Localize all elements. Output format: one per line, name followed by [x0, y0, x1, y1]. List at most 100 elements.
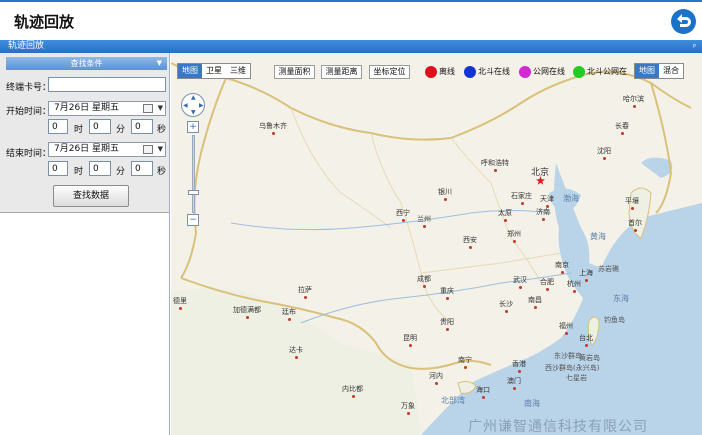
- map-label: 杭州: [567, 280, 581, 293]
- map-label: 西宁: [396, 209, 410, 222]
- pan-up-icon[interactable]: ▲: [191, 94, 196, 101]
- map-label: 福州: [559, 322, 573, 335]
- map-label: 达卡: [289, 346, 303, 359]
- map-label: 台北: [579, 334, 593, 347]
- map-label: 兰州: [417, 215, 431, 228]
- legend-beidou-public: 北斗公网在: [573, 64, 627, 79]
- map-right-tabs: 地图 混合: [634, 63, 684, 79]
- end-second-input[interactable]: [131, 161, 153, 176]
- second-unit: 秒: [157, 167, 167, 177]
- zoom-in-button[interactable]: +: [187, 121, 199, 133]
- map-label: 济南: [536, 208, 550, 221]
- map-label: 内比都: [342, 385, 363, 398]
- start-hour-input[interactable]: [48, 119, 68, 134]
- end-date-select[interactable]: 7月26日 星期五 ▼: [48, 142, 166, 157]
- collapse-icon[interactable]: ▼: [157, 57, 162, 70]
- end-date-value: 7月26日 星期五: [54, 144, 120, 154]
- water-label: 苏岩礁: [598, 265, 619, 273]
- legend-label: 离线: [439, 67, 455, 76]
- zoom-out-button[interactable]: −: [187, 214, 199, 226]
- calendar-icon[interactable]: [143, 104, 153, 113]
- map-label: 哈尔滨: [623, 95, 644, 108]
- search-data-button[interactable]: 查找数据: [53, 185, 129, 207]
- map-label: 银川: [438, 188, 452, 201]
- tab-satellite[interactable]: 卫星: [202, 64, 226, 78]
- legend-label: 北斗公网在: [587, 67, 627, 76]
- water-label: 东沙群岛: [554, 352, 582, 360]
- map-label: 廷布: [282, 308, 296, 321]
- terminal-card-input[interactable]: [48, 77, 166, 92]
- map-label: 贵阳: [440, 318, 454, 331]
- map-label: 拉萨: [298, 286, 312, 299]
- tab-map[interactable]: 地图: [178, 64, 202, 78]
- map-label: 西安: [463, 236, 477, 249]
- measure-area-button[interactable]: 测量面积: [274, 65, 315, 79]
- zoom-slider-track[interactable]: [192, 135, 195, 213]
- tab-hybrid[interactable]: 混合: [659, 64, 683, 78]
- panel-title-bar: 轨迹回放 ᵖ: [0, 40, 702, 53]
- page-header: 轨迹回放: [0, 2, 702, 40]
- map-label: 万象: [401, 402, 415, 415]
- map-label: 南宁: [458, 356, 472, 369]
- page-title: 轨迹回放: [14, 13, 75, 31]
- calendar-icon[interactable]: [143, 145, 153, 154]
- company-watermark: 广州谦智通信科技有限公司: [468, 419, 648, 435]
- map-label: 海口: [476, 386, 490, 399]
- start-minute-input[interactable]: [89, 119, 111, 134]
- pin-icon[interactable]: ᵖ: [693, 40, 696, 53]
- water-label: 黄岩岛: [579, 354, 600, 362]
- water-label: 东海: [613, 294, 629, 303]
- map-label: 太原: [498, 209, 512, 222]
- coordinate-locate-button[interactable]: 坐标定位: [369, 65, 410, 79]
- end-time-label: 结束时间：: [6, 149, 52, 159]
- tab-map-right[interactable]: 地图: [635, 64, 659, 78]
- start-second-input[interactable]: [131, 119, 153, 134]
- blue-dot-icon: [464, 65, 476, 78]
- map-label: 澳门: [507, 377, 521, 390]
- chevron-down-icon[interactable]: ▼: [158, 102, 163, 115]
- map-view[interactable]: 地图 卫星 三维 测量面积 测量距离 坐标定位 离线 北斗在线 公网在线 北斗公…: [171, 53, 702, 435]
- end-hour-input[interactable]: [48, 161, 68, 176]
- map-label: 天津: [540, 195, 554, 208]
- back-arrow-icon[interactable]: [670, 8, 697, 35]
- chevron-down-icon[interactable]: ▼: [158, 143, 163, 156]
- pan-right-icon[interactable]: ▶: [199, 102, 204, 109]
- hour-unit: 时: [74, 125, 84, 135]
- pan-left-icon[interactable]: ◀: [183, 102, 188, 109]
- start-date-select[interactable]: 7月26日 星期五 ▼: [48, 101, 166, 116]
- pan-down-icon[interactable]: ▼: [191, 109, 196, 116]
- query-panel: 查找条件 ▼ 终端卡号： 开始时间： 7月26日 星期五 ▼ 时 分 秒 结束时…: [0, 53, 170, 435]
- query-section-title: 查找条件: [70, 59, 103, 68]
- water-label: 北部湾: [441, 396, 465, 405]
- water-label: 钓鱼岛: [604, 316, 625, 324]
- tab-3d[interactable]: 三维: [226, 64, 250, 78]
- pan-control[interactable]: ▲ ▼ ◀ ▶: [181, 93, 205, 117]
- map-label: 石家庄: [511, 192, 532, 205]
- end-minute-input[interactable]: [89, 161, 111, 176]
- query-section-header[interactable]: 查找条件 ▼: [6, 57, 167, 70]
- map-label: 德里: [173, 297, 187, 310]
- map-label: 乌鲁木齐: [259, 122, 287, 135]
- map-label: 河内: [429, 372, 443, 385]
- minute-unit: 分: [116, 167, 126, 177]
- map-label: 武汉: [513, 276, 527, 289]
- border-northeast: [650, 82, 673, 214]
- map-label: 南京: [555, 261, 569, 274]
- minute-unit: 分: [116, 125, 126, 135]
- capital-star-icon: [536, 176, 545, 185]
- start-time-label: 开始时间：: [6, 107, 52, 117]
- land-south: [171, 288, 421, 435]
- legend-label: 公网在线: [533, 67, 565, 76]
- map-label: 昆明: [403, 334, 417, 347]
- zoom-slider-handle[interactable]: [188, 190, 199, 195]
- legend-beidou-online: 北斗在线: [464, 64, 510, 79]
- red-dot-icon: [425, 65, 437, 78]
- measure-distance-button[interactable]: 测量距离: [321, 65, 362, 79]
- water-label: 南海: [524, 399, 540, 408]
- map-label: 沈阳: [597, 147, 611, 160]
- water-label: 西沙群岛(永兴岛): [545, 364, 600, 372]
- map-label: 上海: [579, 269, 593, 282]
- panel-title: 轨迹回放: [8, 41, 45, 51]
- map-type-tabs: 地图 卫星 三维: [177, 63, 251, 79]
- map-label: 长春: [615, 122, 629, 135]
